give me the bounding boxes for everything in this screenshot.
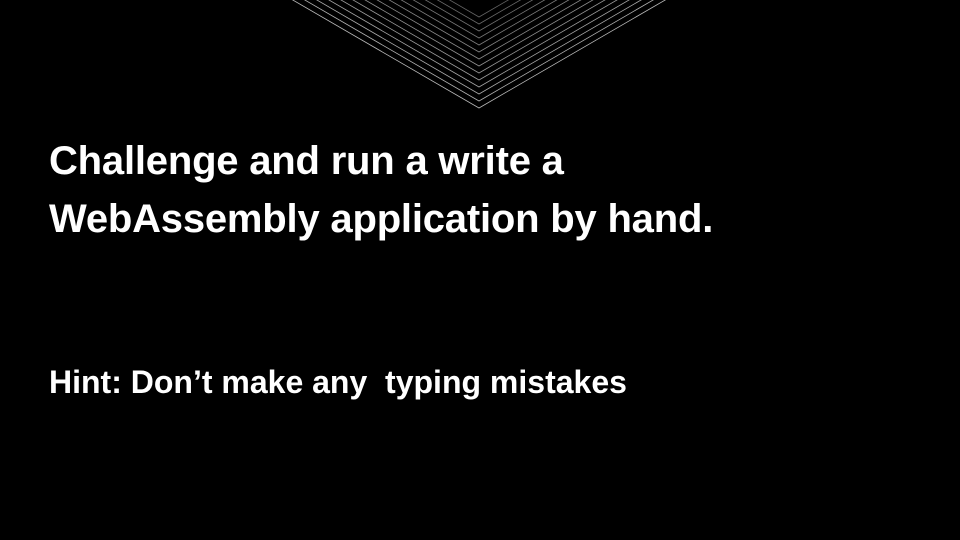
chevron-line [436, 0, 522, 25]
slide: Challenge and run a write a WebAssembly … [0, 0, 960, 540]
chevron-line [376, 0, 582, 60]
slide-title-line-1: Challenge and run a write a [49, 139, 564, 183]
chevron-line [291, 0, 667, 109]
chevron-line [424, 0, 534, 32]
hint-text: Hint: Don’t make any typing mistakes [49, 364, 627, 400]
slide-title-line-2: WebAssembly application by hand. [49, 197, 714, 241]
chevron-line [340, 0, 618, 81]
chevron-lines-decoration-icon [291, 0, 667, 109]
chevron-line [304, 0, 654, 102]
chevron-line [412, 0, 546, 39]
slide-title: Challenge and run a write a WebAssembly … [49, 132, 929, 248]
chevron-line [328, 0, 630, 88]
chevron-line [352, 0, 606, 74]
chevron-line [388, 0, 570, 53]
